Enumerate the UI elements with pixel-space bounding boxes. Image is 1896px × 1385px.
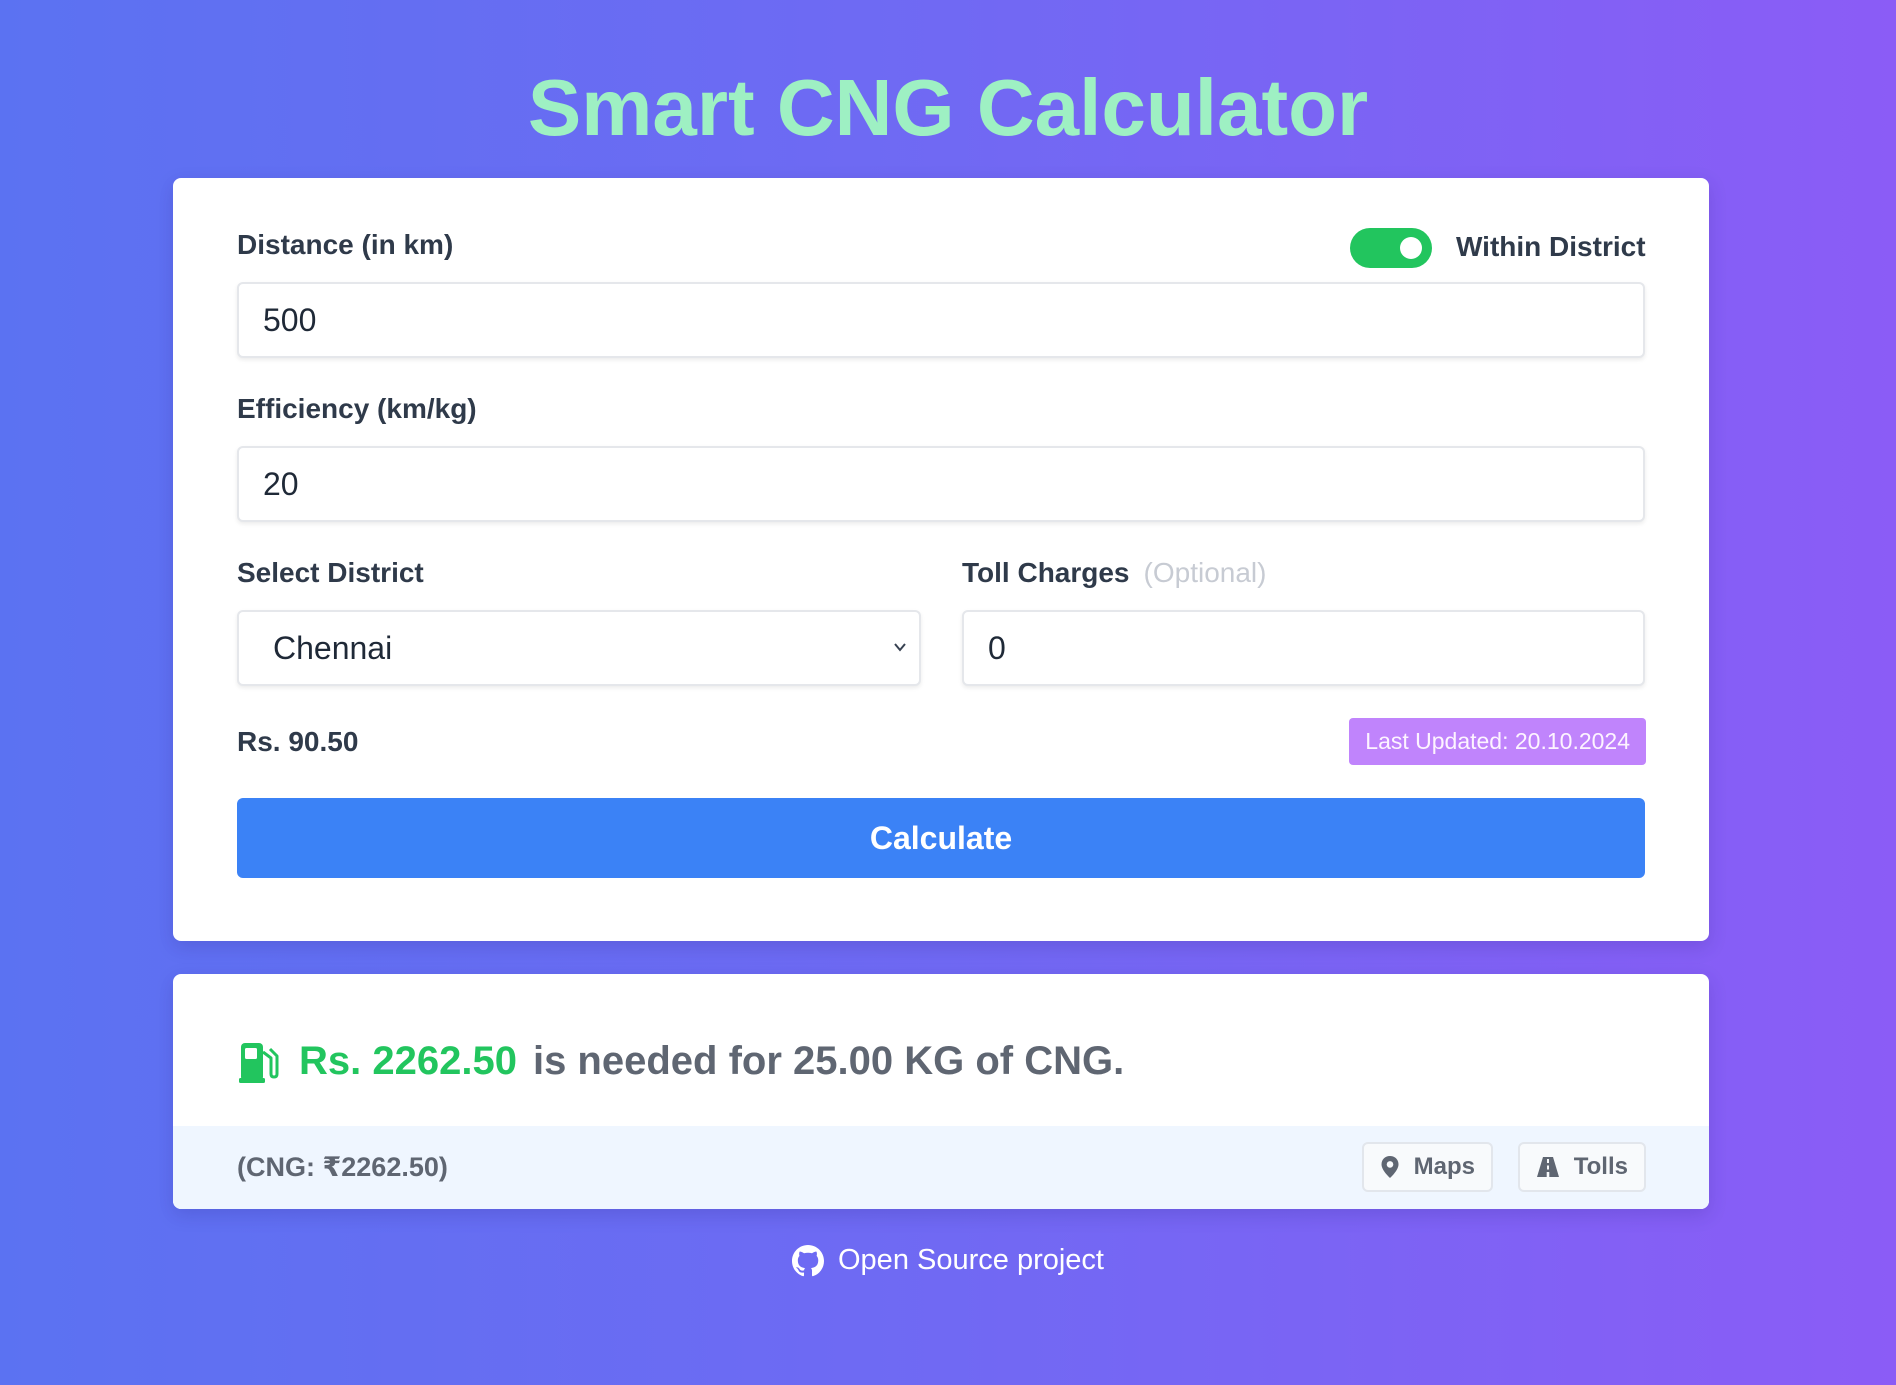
- cng-price: Rs. 90.50: [237, 726, 359, 757]
- toll-value: 0: [988, 629, 1006, 666]
- distance-input[interactable]: 500: [237, 282, 1645, 358]
- fuel-pump-icon: [239, 1042, 279, 1083]
- open-source-link[interactable]: Open Source project: [0, 1244, 1896, 1277]
- tolls-label: Tolls: [1573, 1153, 1628, 1180]
- result-footer: (CNG: ₹2262.50) Maps Tolls: [173, 1126, 1709, 1209]
- toll-input[interactable]: 0: [962, 610, 1645, 686]
- result-amount: Rs. 2262.50: [299, 1039, 517, 1083]
- calculator-card: Distance (in km) Within District 500 Eff…: [173, 178, 1709, 941]
- tolls-button[interactable]: Tolls: [1517, 1142, 1646, 1192]
- result-card: Rs. 2262.50 is needed for 25.00 KG of CN…: [173, 974, 1709, 1209]
- maps-button[interactable]: Maps: [1361, 1142, 1493, 1192]
- distance-label: Distance (in km): [237, 229, 454, 260]
- page-title: Smart CNG Calculator: [527, 63, 1369, 152]
- district-select[interactable]: Chennai: [237, 610, 921, 686]
- result-message: is needed for 25.00 KG of CNG.: [532, 1039, 1125, 1083]
- distance-value: 500: [263, 301, 317, 338]
- cost-breakdown: (CNG: ₹2262.50): [237, 1152, 448, 1182]
- within-district-label: Within District: [1456, 231, 1646, 262]
- within-district-toggle[interactable]: [1350, 228, 1432, 268]
- road-icon: [1536, 1157, 1559, 1177]
- toll-label: Toll Charges (Optional): [962, 557, 1266, 589]
- maps-label: Maps: [1413, 1153, 1475, 1180]
- efficiency-value: 20: [263, 465, 299, 502]
- efficiency-input[interactable]: 20: [237, 446, 1645, 522]
- district-label: Select District: [237, 557, 424, 588]
- open-source-label: Open Source project: [838, 1244, 1104, 1276]
- toggle-knob: [1400, 237, 1422, 259]
- efficiency-label: Efficiency (km/kg): [237, 393, 477, 424]
- toll-optional-hint: (Optional): [1143, 557, 1267, 588]
- result-summary: Rs. 2262.50 is needed for 25.00 KG of CN…: [237, 1039, 1124, 1084]
- map-pin-icon: [1381, 1156, 1399, 1178]
- last-updated-badge: Last Updated: 20.10.2024: [1349, 718, 1646, 765]
- toll-label-text: Toll Charges: [962, 557, 1130, 588]
- chevron-down-icon: [894, 643, 906, 652]
- calculate-button[interactable]: Calculate: [237, 798, 1645, 878]
- github-icon: [792, 1244, 824, 1276]
- district-selected-value: Chennai: [273, 629, 393, 666]
